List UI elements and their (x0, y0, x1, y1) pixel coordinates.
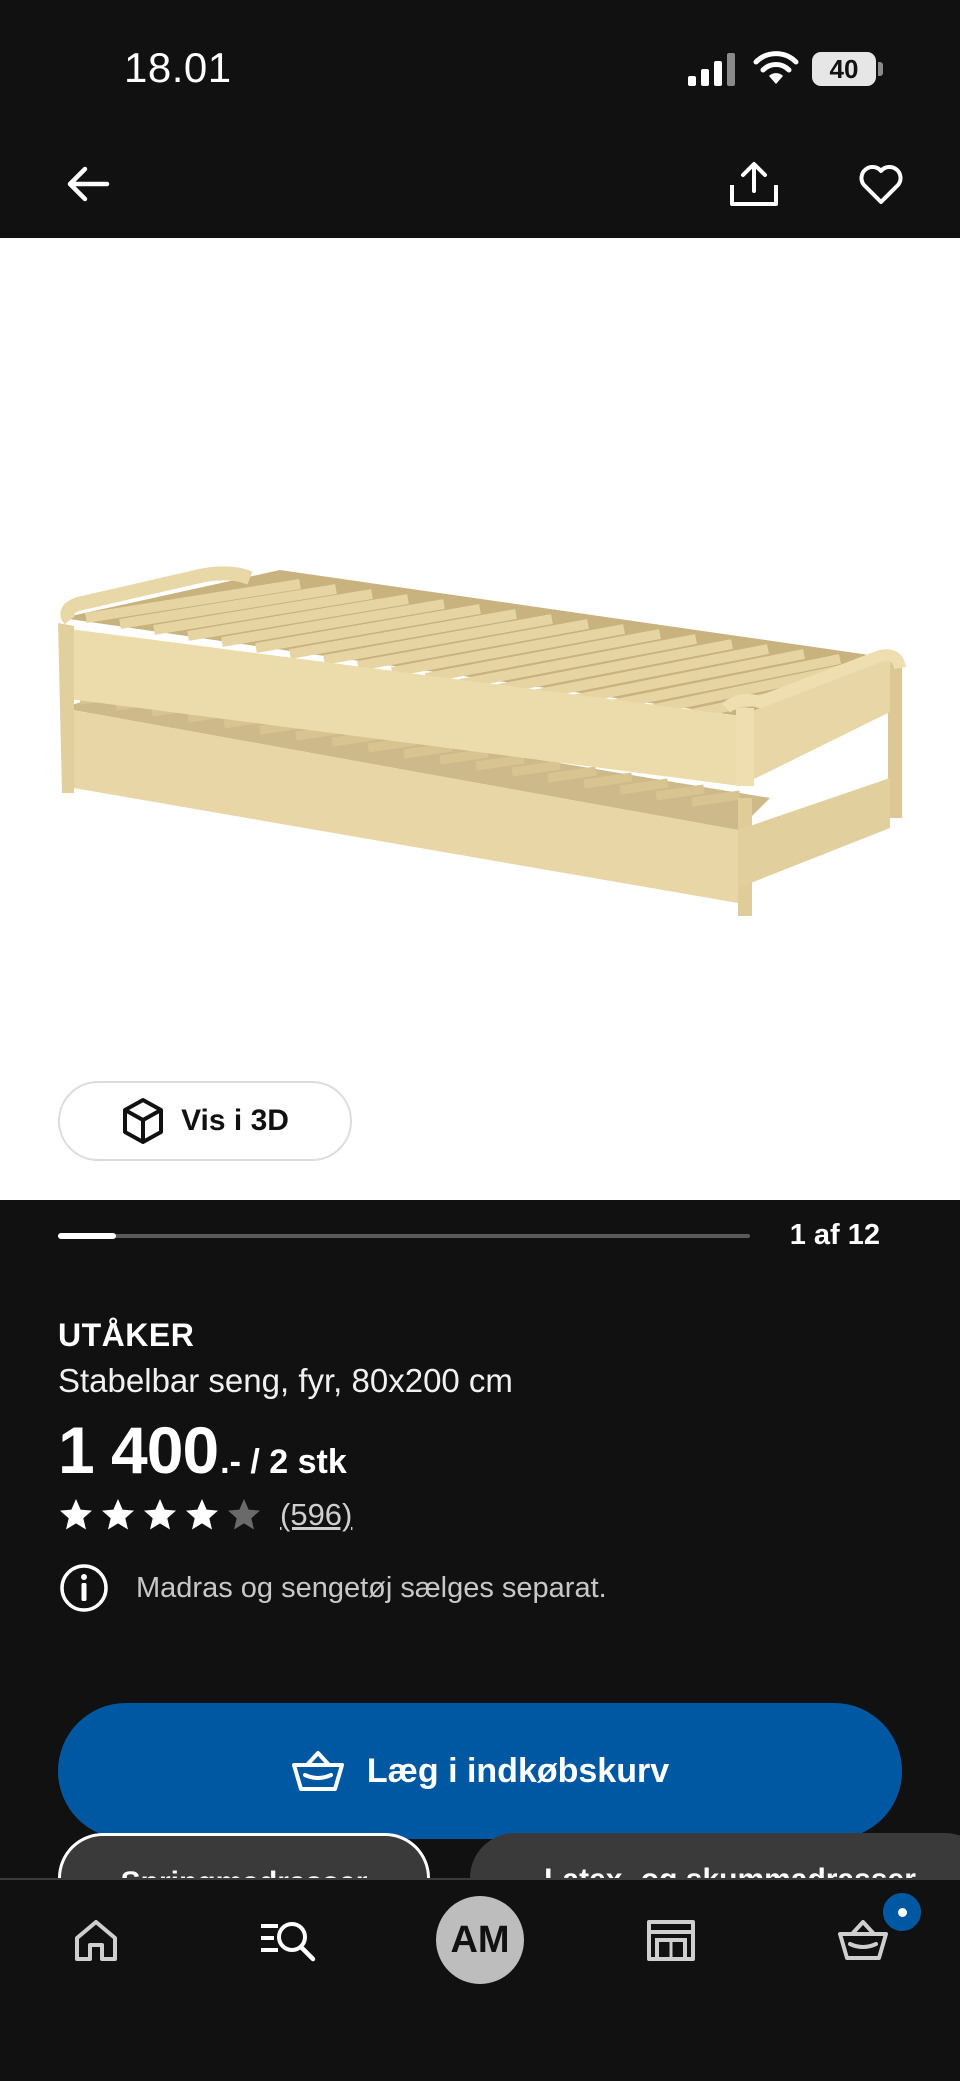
battery-nub (878, 62, 883, 76)
add-to-cart-label: Læg i indkøbskurv (366, 1751, 670, 1790)
status-time: 18.01 (124, 44, 232, 91)
product-image (58, 566, 906, 916)
favorite-button[interactable] (841, 144, 921, 224)
product-image-gallery[interactable] (0, 238, 960, 1200)
product-notice: Madras og sengetøj sælges separat. (58, 1562, 607, 1614)
cart-badge (880, 1890, 924, 1934)
review-count-link[interactable]: (596) (280, 1497, 352, 1533)
wifi-icon (753, 51, 799, 84)
product-description: Stabelbar seng, fyr, 80x200 cm (58, 1362, 513, 1399)
add-to-cart-button[interactable]: Læg i indkøbskurv (58, 1703, 902, 1839)
price-amount: 1 400 (58, 1413, 219, 1487)
basket-icon (291, 1751, 344, 1791)
tab-home[interactable] (41, 1895, 151, 1985)
product-rating[interactable]: (596) (58, 1497, 352, 1533)
back-button[interactable] (48, 144, 128, 224)
gallery-progress-track (58, 1234, 750, 1238)
info-icon (60, 1564, 108, 1612)
home-icon (75, 1920, 117, 1961)
rating-stars (58, 1497, 262, 1533)
cellular-signal-icon (688, 53, 735, 86)
basket-icon (838, 1920, 888, 1960)
arrow-left-icon (67, 166, 110, 202)
price-unit: .- / 2 stk (220, 1443, 347, 1481)
view-3d-label: Vis i 3D (181, 1104, 289, 1137)
heart-icon (859, 165, 903, 204)
tab-search[interactable] (232, 1895, 342, 1985)
star-filled-icon (186, 1499, 218, 1530)
cart-badge-dot (897, 1907, 907, 1917)
share-button[interactable] (714, 144, 794, 224)
share-icon (730, 162, 778, 206)
top-navigation (0, 140, 960, 238)
battery-indicator: 40 (812, 52, 876, 86)
product-price: 1 400 .- / 2 stk (58, 1412, 347, 1488)
notice-text: Madras og sengetøj sælges separat. (136, 1571, 607, 1604)
product-name: UTÅKER (58, 1317, 195, 1353)
star-filled-icon (60, 1499, 92, 1530)
star-empty-icon (228, 1499, 260, 1530)
store-icon (647, 1920, 695, 1961)
profile-avatar[interactable]: AM (436, 1896, 524, 1984)
view-3d-button[interactable]: Vis i 3D (58, 1081, 352, 1161)
star-filled-icon (144, 1499, 176, 1530)
cube-3d-icon (123, 1098, 164, 1144)
search-icon (261, 1922, 316, 1962)
gallery-page-indicator: 1 af 12 (789, 1219, 880, 1251)
tab-stores[interactable] (616, 1895, 726, 1985)
star-filled-icon (102, 1499, 134, 1530)
gallery-progress-fill (58, 1233, 116, 1239)
